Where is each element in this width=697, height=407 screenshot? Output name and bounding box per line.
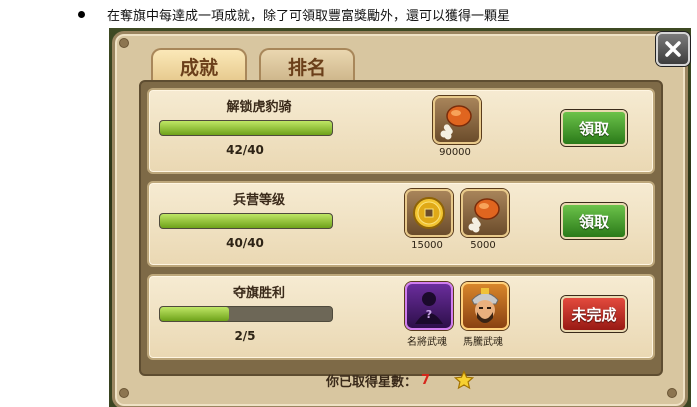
reward-ma-teng-slot (461, 282, 509, 330)
reward-label: 15000 (411, 240, 443, 251)
reward-mystery-general-slot: ? (405, 282, 453, 330)
reward-label: 名將武魂 (407, 337, 447, 348)
achievement-row: 解锁虎豹骑 42/40 90000 領取 (147, 88, 655, 174)
achievement-row: 夺旗胜利 2/5 ? 名將武魂 馬騰武魂 未完成 (147, 274, 655, 360)
progress-bar (159, 213, 333, 229)
stars-count: 7 (420, 372, 431, 388)
mystery-general-icon: ? (415, 292, 443, 324)
reward-coin-slot (405, 189, 453, 237)
progress-bar-fill (160, 121, 332, 135)
stars-label: 你已取得星數： (325, 374, 417, 390)
achievement-row: 兵营等级 40/40 15000 5000 領取 (147, 181, 655, 267)
meat-drumstick-icon (468, 198, 500, 233)
reward-meat-slot (461, 189, 509, 237)
progress-bar-fill (160, 214, 332, 228)
rivet-decoration (119, 38, 129, 48)
game-screenshot: 成就 排名 解锁虎豹骑 42/40 90000 領取 兵营等级 40/40 15… (109, 28, 691, 407)
progress-bar (159, 306, 333, 322)
reward-label: 馬騰武魂 (463, 337, 503, 348)
progress-text: 2/5 (234, 329, 256, 343)
achievement-title: 兵营等级 (232, 193, 285, 208)
progress-text: 40/40 (226, 236, 264, 250)
reward-label: 5000 (470, 240, 496, 251)
caption-text: 在奪旗中每達成一項成就，除了可領取豐富獎勵外，還可以獲得一顆星 (107, 8, 511, 24)
achievement-title: 解锁虎豹骑 (226, 100, 292, 115)
ma-teng-general-icon (471, 288, 499, 323)
progress-text: 42/40 (226, 143, 264, 157)
incomplete-button[interactable]: 未完成 (561, 296, 627, 332)
progress-bar (159, 120, 333, 136)
close-button[interactable] (656, 32, 690, 66)
meat-drumstick-icon (440, 105, 472, 140)
progress-bar-fill (160, 307, 229, 321)
claim-button[interactable]: 領取 (561, 203, 627, 239)
star-icon (454, 370, 475, 390)
reward-label: 90000 (439, 147, 471, 158)
tab-ranking[interactable]: 排名 (259, 48, 355, 82)
achievement-title: 夺旗胜利 (232, 286, 285, 301)
claim-button[interactable]: 領取 (561, 110, 627, 146)
reward-meat-slot (433, 96, 481, 144)
bullet-dot (78, 10, 85, 18)
caption-row: 在奪旗中每達成一項成就，除了可領取豐富獎勵外，還可以獲得一顆星 (78, 4, 678, 24)
close-icon (665, 41, 681, 57)
gold-coin-icon (413, 197, 445, 229)
tab-achievements[interactable]: 成就 (151, 48, 247, 82)
star-count-bar: 你已取得星數： 7 (109, 368, 691, 392)
svg-text:?: ? (426, 308, 432, 321)
